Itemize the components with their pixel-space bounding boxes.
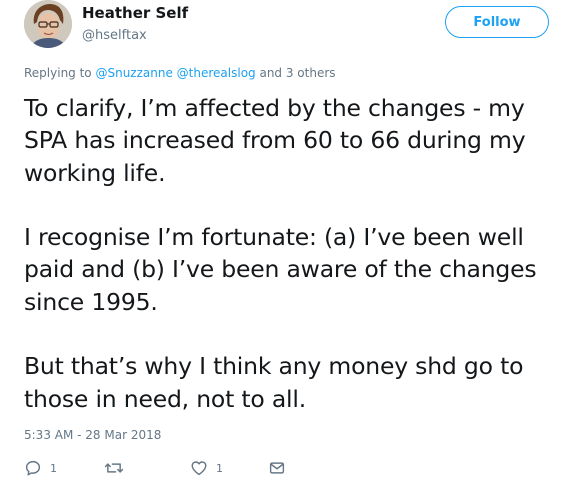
tweet-paragraph: I recognise I’m fortunate: (a) I’ve been… bbox=[24, 223, 537, 316]
follow-button[interactable]: Follow bbox=[445, 6, 549, 38]
tweet-timestamp[interactable]: 5:33 AM - 28 Mar 2018 bbox=[24, 428, 161, 442]
mention-link[interactable]: @therealslog bbox=[177, 66, 256, 80]
reply-prefix: Replying to bbox=[24, 66, 96, 80]
avatar-photo bbox=[24, 0, 72, 48]
heart-icon bbox=[191, 461, 207, 476]
tweet-text: To clarify, I’m affected by the changes … bbox=[24, 92, 564, 415]
retweet-icon bbox=[104, 463, 124, 473]
like-count: 1 bbox=[216, 461, 223, 475]
reply-context: Replying to @Snuzzanne @therealslog and … bbox=[24, 66, 336, 80]
retweet-button[interactable] bbox=[104, 458, 132, 478]
like-button[interactable]: 1 bbox=[190, 458, 223, 478]
reply-suffix[interactable]: and 3 others bbox=[256, 66, 335, 80]
reply-button[interactable]: 1 bbox=[24, 458, 57, 478]
author-handle[interactable]: @hselftax bbox=[82, 28, 147, 43]
message-button[interactable] bbox=[268, 458, 286, 478]
reply-icon bbox=[25, 460, 41, 476]
tweet-paragraph: To clarify, I’m affected by the changes … bbox=[24, 94, 526, 187]
avatar[interactable] bbox=[24, 0, 72, 48]
tweet-paragraph: But that’s why I think any money shd go … bbox=[24, 352, 524, 413]
tweet-actions: 1 1 bbox=[24, 458, 304, 478]
envelope-icon bbox=[269, 462, 285, 474]
reply-count: 1 bbox=[50, 461, 57, 475]
author-display-name[interactable]: Heather Self bbox=[82, 4, 188, 22]
mention-link[interactable]: @Snuzzanne bbox=[95, 66, 172, 80]
